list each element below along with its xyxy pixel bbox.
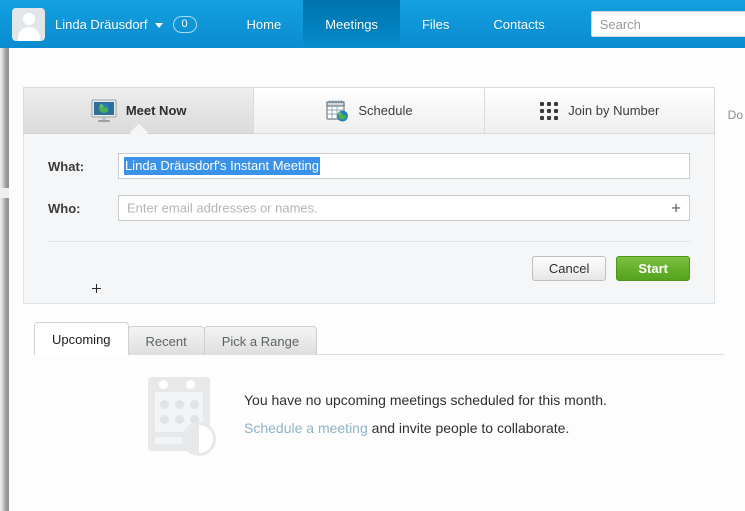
meeting-form: What: Linda Dräusdorf's Instant Meeting …: [24, 134, 714, 303]
monitor-globe-icon: [91, 99, 117, 123]
nav-item-files[interactable]: Files: [400, 0, 471, 48]
invitees-placeholder: Enter email addresses or names.: [127, 201, 318, 216]
tab-meet-now-label: Meet Now: [126, 103, 187, 118]
clock-overlay-shape: [182, 422, 216, 456]
page-content: Do Meet: [9, 48, 745, 511]
what-row: What: Linda Dräusdorf's Instant Meeting: [48, 153, 690, 179]
username-label: Linda Dräusdorf: [55, 17, 148, 32]
empty-state-line-2: Schedule a meeting and invite people to …: [244, 414, 607, 442]
add-person-icon[interactable]: +: [671, 200, 681, 217]
left-scroll-gutter[interactable]: [0, 48, 9, 511]
search-input[interactable]: [591, 11, 745, 37]
empty-state: You have no upcoming meetings scheduled …: [144, 376, 607, 456]
calendar-globe-icon: [325, 99, 349, 123]
form-actions: Cancel Start: [48, 242, 690, 281]
chevron-down-icon[interactable]: [155, 23, 163, 28]
tab-schedule-label: Schedule: [358, 103, 412, 118]
meeting-subject-value: Linda Dräusdorf's Instant Meeting: [124, 157, 320, 175]
corner-cutoff-text[interactable]: Do: [728, 108, 743, 122]
nav-item-meetings[interactable]: Meetings: [303, 0, 400, 48]
avatar-head-shape: [23, 13, 35, 25]
app-window: Linda Dräusdorf 0 Home Meetings Files Co…: [0, 0, 745, 511]
cancel-button[interactable]: Cancel: [532, 256, 606, 281]
who-row: Who: Enter email addresses or names. +: [48, 195, 690, 221]
tab-join-by-number-label: Join by Number: [568, 103, 659, 118]
meeting-list-tabs: Upcoming Recent Pick a Range: [34, 322, 316, 355]
panel-footer: [48, 281, 690, 303]
calendar-hanger-left: [159, 380, 168, 389]
empty-state-line-2-rest: and invite people to collaborate.: [368, 420, 570, 436]
tab-join-by-number[interactable]: Join by Number: [485, 87, 715, 134]
avatar-body-shape: [18, 27, 40, 41]
move-cursor-icon: [92, 284, 101, 293]
user-menu[interactable]: Linda Dräusdorf 0: [45, 0, 197, 48]
top-navigation-bar: Linda Dräusdorf 0 Home Meetings Files Co…: [0, 0, 745, 48]
keypad-icon: [539, 101, 559, 121]
start-button[interactable]: Start: [616, 256, 690, 281]
invitees-field[interactable]: Enter email addresses or names. +: [118, 195, 690, 221]
meeting-subject-field[interactable]: Linda Dräusdorf's Instant Meeting: [118, 153, 690, 179]
subtab-upcoming[interactable]: Upcoming: [34, 322, 129, 355]
avatar[interactable]: [12, 8, 45, 41]
nav-item-home[interactable]: Home: [225, 0, 304, 48]
meet-now-panel: Meet Now Schedule: [23, 88, 715, 304]
notification-count-badge[interactable]: 0: [173, 16, 197, 33]
subtab-recent[interactable]: Recent: [128, 326, 205, 355]
calendar-day-dots: [160, 400, 199, 424]
tab-meet-now[interactable]: Meet Now: [23, 87, 254, 134]
what-label: What:: [48, 159, 118, 174]
search-container: [591, 0, 745, 48]
main-nav-items: Home Meetings Files Contacts: [225, 0, 567, 48]
left-gutter-notch: [0, 188, 9, 198]
empty-state-line-1: You have no upcoming meetings scheduled …: [244, 386, 607, 414]
who-label: Who:: [48, 201, 118, 216]
tab-schedule[interactable]: Schedule: [254, 87, 484, 134]
nav-item-contacts[interactable]: Contacts: [471, 0, 566, 48]
empty-state-text: You have no upcoming meetings scheduled …: [244, 376, 607, 442]
calendar-hanger-right: [186, 380, 195, 389]
subtab-pick-a-range[interactable]: Pick a Range: [204, 326, 317, 355]
avatar-container[interactable]: [0, 0, 45, 48]
calendar-clock-icon: [144, 376, 216, 456]
panel-tabstrip: Meet Now Schedule: [23, 87, 715, 134]
schedule-a-meeting-link[interactable]: Schedule a meeting: [244, 420, 368, 436]
